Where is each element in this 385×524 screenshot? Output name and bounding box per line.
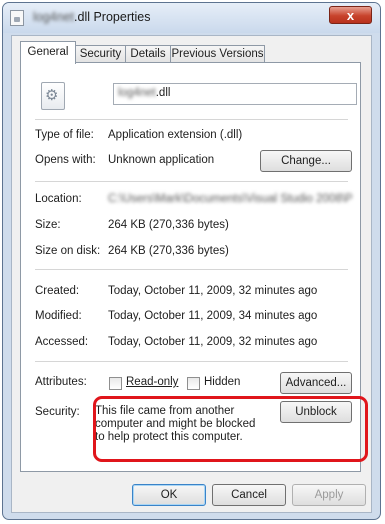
divider (35, 269, 348, 270)
modified-value: Today, October 11, 2009, 34 minutes ago (108, 310, 318, 322)
advanced-button[interactable]: Advanced... (280, 372, 352, 394)
dll-gear-icon (41, 82, 65, 110)
size-on-disk-label: Size on disk: (35, 245, 101, 257)
opens-with-label: Opens with: (35, 154, 96, 166)
created-label: Created: (35, 285, 80, 297)
accessed-label: Accessed: (35, 336, 89, 348)
tab-previous-versions[interactable]: Previous Versions (170, 45, 265, 63)
type-of-file-value: Application extension (.dll) (108, 129, 243, 141)
apply-button[interactable]: Apply (292, 484, 366, 506)
attributes-label: Attributes: (35, 376, 87, 388)
tab-general[interactable]: General (20, 41, 76, 64)
security-warning-text: This file came from another computer and… (95, 405, 256, 443)
modified-label: Modified: (35, 310, 82, 322)
divider (35, 181, 348, 182)
tab-security[interactable]: Security (75, 45, 126, 63)
location-label: Location: (35, 193, 82, 205)
location-value-blurred: C:\Users\Mark\Documents\Visual Studio 20… (108, 193, 353, 205)
cancel-button[interactable]: Cancel (212, 484, 286, 506)
general-tab-panel: log4net.dll Type of file: Application ex… (20, 62, 361, 472)
window-title-suffix: .dll Properties (74, 10, 151, 24)
read-only-label[interactable]: Read-only (126, 376, 178, 388)
hidden-label[interactable]: Hidden (204, 376, 240, 388)
file-name-blurred: log4net (118, 87, 156, 99)
created-value: Today, October 11, 2009, 32 minutes ago (108, 285, 318, 297)
size-label: Size: (35, 219, 61, 231)
divider (35, 361, 348, 362)
type-of-file-label: Type of file: (35, 129, 94, 141)
accessed-value: Today, October 11, 2009, 32 minutes ago (108, 336, 318, 348)
security-label: Security: (35, 406, 80, 418)
change-button[interactable]: Change... (260, 150, 352, 172)
file-name-ext: .dll (155, 87, 171, 99)
title-bar[interactable]: log4net.dll Properties x (3, 3, 380, 33)
size-on-disk-value: 264 KB (270,336 bytes) (108, 245, 229, 257)
divider (35, 119, 348, 120)
read-only-checkbox[interactable] (109, 377, 122, 390)
window-title-filename-blurred: log4net (33, 10, 75, 24)
properties-dialog: log4net.dll Properties x General Securit… (2, 2, 381, 520)
ok-button[interactable]: OK (132, 484, 206, 506)
hidden-checkbox[interactable] (187, 377, 200, 390)
unblock-button[interactable]: Unblock (280, 401, 352, 423)
opens-with-value: Unknown application (108, 154, 215, 166)
file-name-field[interactable]: log4net.dll (113, 83, 357, 105)
window-title: log4net.dll Properties (33, 10, 150, 24)
size-value: 264 KB (270,336 bytes) (108, 219, 229, 231)
close-button[interactable]: x (329, 6, 372, 24)
close-icon: x (346, 8, 355, 23)
dialog-body: General Security Details Previous Versio… (11, 35, 372, 513)
tab-details[interactable]: Details (125, 45, 171, 63)
dll-file-icon (10, 10, 24, 26)
